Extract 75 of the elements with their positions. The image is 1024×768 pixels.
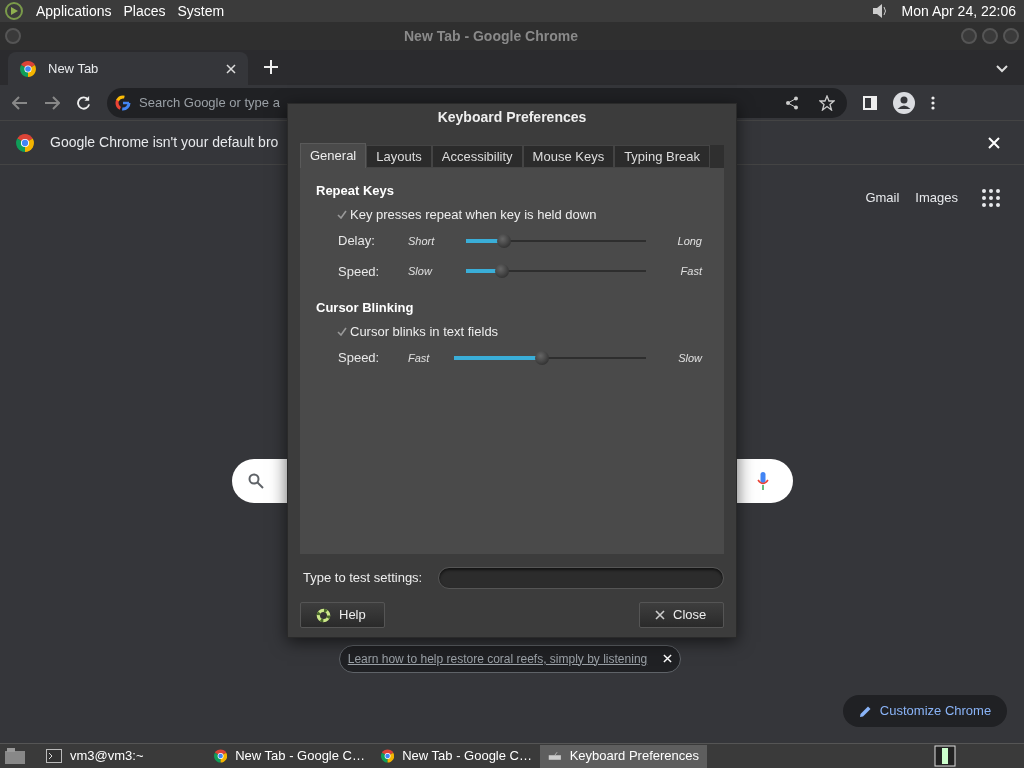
- panel-menu[interactable]: Applications: [36, 0, 112, 22]
- browser-tab[interactable]: New Tab: [8, 52, 248, 85]
- taskbar-button[interactable]: New Tab - Google C…: [206, 744, 373, 768]
- menu-icon[interactable]: [931, 95, 935, 110]
- slider-label: Speed:: [338, 262, 381, 281]
- dialog-tab[interactable]: General: [300, 143, 367, 168]
- checkbox[interactable]: [336, 209, 347, 220]
- profile-icon[interactable]: [893, 91, 915, 114]
- slider[interactable]: [466, 264, 646, 279]
- checkbox[interactable]: [336, 326, 347, 337]
- chrome-logo-icon: [214, 748, 228, 764]
- slider-label: Speed:: [338, 349, 381, 367]
- slider-max-label: Fast: [679, 264, 702, 279]
- close-button[interactable]: Close: [639, 602, 724, 628]
- checkbox-label: Key presses repeat when key is held down: [350, 205, 597, 224]
- google-icon: [115, 94, 131, 111]
- side-panel-icon[interactable]: [863, 95, 877, 110]
- slider-thumb[interactable]: [495, 264, 509, 279]
- terminal-icon: [46, 749, 62, 763]
- apps-grid-icon[interactable]: [982, 188, 1000, 207]
- slider-thumb[interactable]: [496, 233, 511, 248]
- forward-icon[interactable]: [44, 95, 60, 110]
- taskbar-button[interactable]: New Tab - Google C…: [373, 744, 540, 768]
- reload-icon[interactable]: [76, 95, 91, 110]
- new-tab-icon[interactable]: [264, 60, 278, 74]
- keyboard-icon: [548, 750, 562, 762]
- promo-link[interactable]: Learn how to help restore coral reefs, simply by listening: [347, 649, 648, 668]
- dialog-tab[interactable]: Accessibility: [431, 145, 523, 168]
- tab-bar-background: [710, 145, 724, 168]
- dialog-tab[interactable]: Typing Break: [614, 145, 710, 168]
- lifebuoy-icon: [316, 607, 331, 623]
- back-icon[interactable]: [12, 95, 28, 110]
- dialog-tab[interactable]: Layouts: [366, 145, 432, 168]
- taskbar-button[interactable]: Keyboard Preferences: [540, 744, 707, 768]
- pencil-icon: [858, 704, 872, 718]
- chrome-logo-icon: [16, 133, 34, 152]
- ntp-link[interactable]: Gmail: [865, 188, 900, 208]
- slider-min-label: Slow: [408, 264, 434, 279]
- infobar-text: Google Chrome isn't your default bro: [50, 133, 279, 152]
- slider-max-label: Slow: [677, 350, 702, 366]
- customize-chrome-button[interactable]: Customize Chrome: [843, 695, 1007, 727]
- workspace-switcher-icon[interactable]: [934, 745, 956, 767]
- star-icon[interactable]: [819, 94, 835, 111]
- test-input-field[interactable]: [438, 567, 724, 589]
- share-icon[interactable]: [785, 95, 799, 110]
- ntp-link[interactable]: Images: [915, 188, 958, 208]
- slider[interactable]: [454, 350, 646, 365]
- slider-max-label: Long: [676, 233, 702, 249]
- taskbar-button[interactable]: vm3@vm3:~: [38, 744, 206, 768]
- dialog-tab[interactable]: Mouse Keys: [522, 145, 615, 168]
- chrome-logo-icon: [381, 748, 395, 764]
- section-heading: Repeat Keys: [316, 182, 396, 199]
- search-icon: [248, 472, 264, 489]
- chevron-down-icon[interactable]: [996, 65, 1008, 73]
- slider-label: Delay:: [338, 232, 376, 250]
- panel-menu[interactable]: System: [177, 0, 225, 22]
- microphone-icon[interactable]: [757, 471, 769, 490]
- check-icon: [336, 210, 347, 219]
- close-icon: [655, 610, 665, 620]
- chrome-logo-icon: [20, 60, 36, 77]
- slider-min-label: Fast: [408, 350, 431, 366]
- test-label: Type to test settings:: [302, 569, 423, 588]
- distro-logo-icon: [4, 2, 24, 20]
- section-heading: Cursor Blinking: [316, 299, 415, 316]
- help-button[interactable]: Help: [300, 602, 385, 628]
- slider-min-label: Short: [408, 233, 436, 249]
- clock[interactable]: Mon Apr 24, 22:06: [901, 0, 1020, 22]
- slider-thumb[interactable]: [535, 350, 550, 365]
- slider[interactable]: [466, 233, 646, 248]
- checkbox-label: Cursor blinks in text fields: [350, 322, 499, 341]
- window-title: New Tab - Google Chrome: [403, 26, 579, 46]
- show-desktop-icon[interactable]: [4, 747, 26, 765]
- check-icon: [336, 327, 347, 336]
- panel-menu[interactable]: Places: [123, 0, 166, 22]
- address-placeholder: Search Google or type a: [139, 93, 280, 112]
